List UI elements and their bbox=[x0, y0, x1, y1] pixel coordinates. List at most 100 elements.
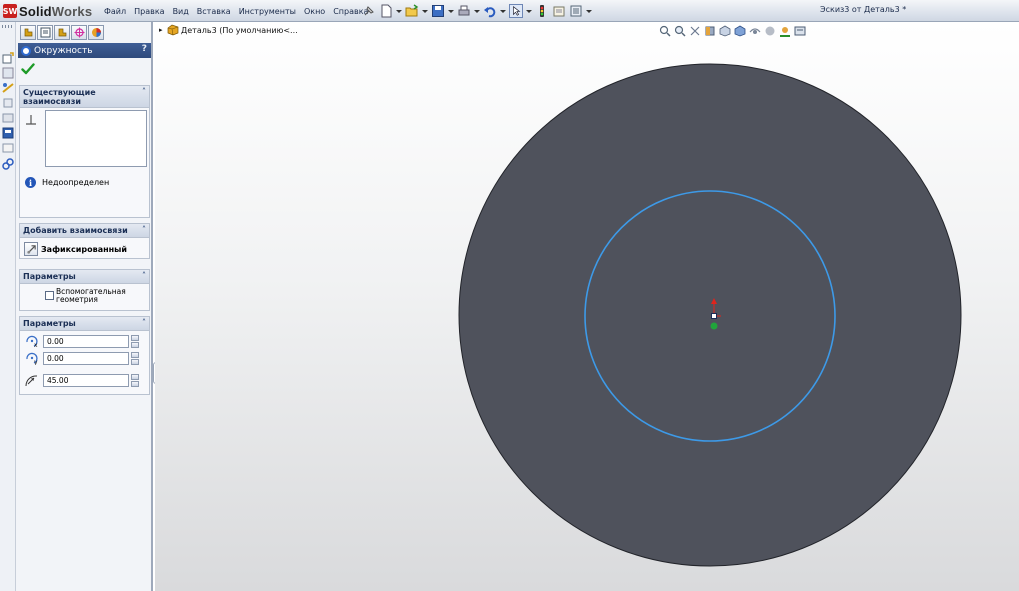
fixed-relation-label: Зафиксированный bbox=[41, 244, 127, 254]
center-x-icon: x bbox=[24, 334, 40, 349]
center-x-spinner[interactable] bbox=[131, 334, 139, 348]
parameters-header[interactable]: Параметры ˄ bbox=[20, 317, 149, 331]
zoom-to-fit-icon[interactable] bbox=[659, 25, 671, 37]
menu-edit[interactable]: Правка bbox=[130, 7, 168, 16]
help-button[interactable]: ? bbox=[142, 44, 147, 54]
options-icon[interactable] bbox=[569, 4, 583, 18]
apply-scene-icon[interactable] bbox=[779, 25, 791, 37]
menu-bar: Файл Правка Вид Вставка Инструменты Окно… bbox=[100, 0, 372, 22]
solid-body-disc[interactable] bbox=[458, 63, 962, 567]
fixed-relation-icon bbox=[24, 242, 38, 256]
repair-sketch-icon[interactable] bbox=[2, 127, 14, 139]
part-icon bbox=[167, 24, 179, 36]
center-y-spinner[interactable] bbox=[131, 351, 139, 365]
solidworks-badge-icon: SW bbox=[3, 4, 17, 18]
radius-row bbox=[24, 373, 139, 387]
smart-dimension-icon[interactable] bbox=[2, 82, 14, 94]
menu-view[interactable]: Вид bbox=[169, 7, 193, 16]
view-settings-icon[interactable] bbox=[794, 25, 806, 37]
configuration-manager-tab[interactable] bbox=[54, 25, 70, 40]
existing-relations-group: Существующие взаимосвязи ˄ i Недоопредел… bbox=[19, 85, 150, 218]
rebuild-traffic-light-icon[interactable] bbox=[535, 4, 549, 18]
add-relation-icon[interactable] bbox=[2, 52, 14, 64]
save-icon[interactable] bbox=[431, 4, 445, 18]
options-title: Параметры bbox=[23, 272, 76, 281]
add-relations-title: Добавить взаимосвязи bbox=[23, 226, 128, 235]
ok-checkmark-icon[interactable] bbox=[21, 62, 35, 76]
previous-view-icon[interactable] bbox=[689, 25, 701, 37]
construction-geometry-checkbox[interactable] bbox=[45, 291, 54, 300]
svg-text:x: x bbox=[34, 342, 38, 348]
collapse-chevron-icon[interactable]: ˄ bbox=[142, 87, 146, 96]
menu-tools[interactable]: Инструменты bbox=[235, 7, 300, 16]
zoom-to-area-icon[interactable] bbox=[674, 25, 686, 37]
radius-icon bbox=[24, 373, 40, 387]
standard-toolbar bbox=[362, 3, 592, 19]
radius-spinner[interactable] bbox=[131, 373, 139, 387]
expand-tree-icon[interactable]: ▸ bbox=[159, 26, 164, 34]
part-tree-label: Деталь3 (По умолчанию<... bbox=[181, 25, 298, 35]
property-manager-header: Окружность ? bbox=[18, 43, 151, 58]
info-icon: i bbox=[25, 177, 36, 188]
property-manager-panel: Окружность ? Существующие взаимосвязи ˄ … bbox=[16, 22, 153, 591]
collapse-chevron-icon[interactable]: ˄ bbox=[142, 318, 146, 327]
quick-snaps-icon[interactable] bbox=[2, 158, 14, 170]
undo-dropdown-icon[interactable] bbox=[500, 4, 506, 18]
options-dropdown-icon[interactable] bbox=[586, 4, 592, 18]
open-dropdown-icon[interactable] bbox=[422, 4, 428, 18]
center-y-icon: y bbox=[24, 351, 40, 366]
print-icon[interactable] bbox=[457, 4, 471, 18]
svg-text:y: y bbox=[34, 359, 38, 365]
section-view-icon[interactable] bbox=[704, 25, 716, 37]
feature-tree-flyout[interactable]: ▸ Деталь3 (По умолчанию<... bbox=[159, 24, 298, 36]
display-style-icon[interactable] bbox=[734, 25, 746, 37]
fixed-relation-button[interactable]: Зафиксированный bbox=[24, 242, 127, 256]
check-sketch-icon[interactable] bbox=[2, 112, 14, 124]
options-header[interactable]: Параметры ˄ bbox=[20, 270, 149, 284]
select-dropdown-icon[interactable] bbox=[526, 4, 532, 18]
parameters-group: Параметры ˄ x y bbox=[19, 316, 150, 395]
radius-input[interactable] bbox=[43, 373, 129, 387]
existing-relations-header[interactable]: Существующие взаимосвязи ˄ bbox=[20, 86, 149, 108]
print-dropdown-icon[interactable] bbox=[474, 4, 480, 18]
feature-manager-tab[interactable] bbox=[20, 25, 36, 40]
select-arrow-icon[interactable] bbox=[509, 4, 523, 18]
relations-perpendicular-icon bbox=[26, 115, 36, 125]
save-dropdown-icon[interactable] bbox=[448, 4, 454, 18]
display-manager-tab[interactable] bbox=[88, 25, 104, 40]
construction-geometry-option[interactable]: Вспомогательная геометрия bbox=[45, 288, 128, 304]
fully-define-icon[interactable] bbox=[2, 97, 14, 109]
collapse-chevron-icon[interactable]: ˄ bbox=[142, 271, 146, 280]
menu-window[interactable]: Окно bbox=[300, 7, 329, 16]
add-relations-header[interactable]: Добавить взаимосвязи ˄ bbox=[20, 224, 149, 238]
property-manager-tab[interactable] bbox=[37, 25, 53, 40]
panel-title: Окружность bbox=[34, 45, 93, 56]
undo-icon[interactable] bbox=[483, 4, 497, 18]
new-dropdown-icon[interactable] bbox=[396, 4, 402, 18]
existing-relations-list[interactable] bbox=[45, 110, 147, 167]
new-document-icon[interactable] bbox=[379, 4, 393, 18]
hide-show-items-icon[interactable] bbox=[749, 25, 761, 37]
solidworks-logo[interactable]: SW SolidWorks bbox=[0, 0, 96, 22]
toolbar-grip[interactable] bbox=[2, 25, 14, 28]
view-orientation-icon[interactable] bbox=[719, 25, 731, 37]
file-properties-icon[interactable] bbox=[552, 4, 566, 18]
heads-up-view-toolbar bbox=[659, 25, 806, 37]
center-y-input[interactable] bbox=[43, 351, 129, 365]
pin-icon[interactable] bbox=[362, 4, 376, 18]
graphics-area[interactable]: ▸ Деталь3 (По умолчанию<... bbox=[155, 22, 1019, 591]
dimxpert-manager-tab[interactable] bbox=[71, 25, 87, 40]
model-scene[interactable] bbox=[155, 22, 1019, 591]
collapse-chevron-icon[interactable]: ˄ bbox=[142, 225, 146, 234]
center-x-input[interactable] bbox=[43, 334, 129, 348]
center-y-row: y bbox=[24, 351, 139, 366]
display-relations-icon[interactable] bbox=[2, 67, 14, 79]
menu-file[interactable]: Файл bbox=[100, 7, 130, 16]
document-title: Эскиз3 от Деталь3 * bbox=[820, 5, 907, 14]
edit-appearance-icon[interactable] bbox=[764, 25, 776, 37]
options-group: Параметры ˄ Вспомогательная геометрия bbox=[19, 269, 150, 311]
open-folder-icon[interactable] bbox=[405, 4, 419, 18]
menu-insert[interactable]: Вставка bbox=[193, 7, 235, 16]
sketch-picture-icon[interactable] bbox=[2, 142, 14, 154]
parameters-title: Параметры bbox=[23, 319, 76, 328]
